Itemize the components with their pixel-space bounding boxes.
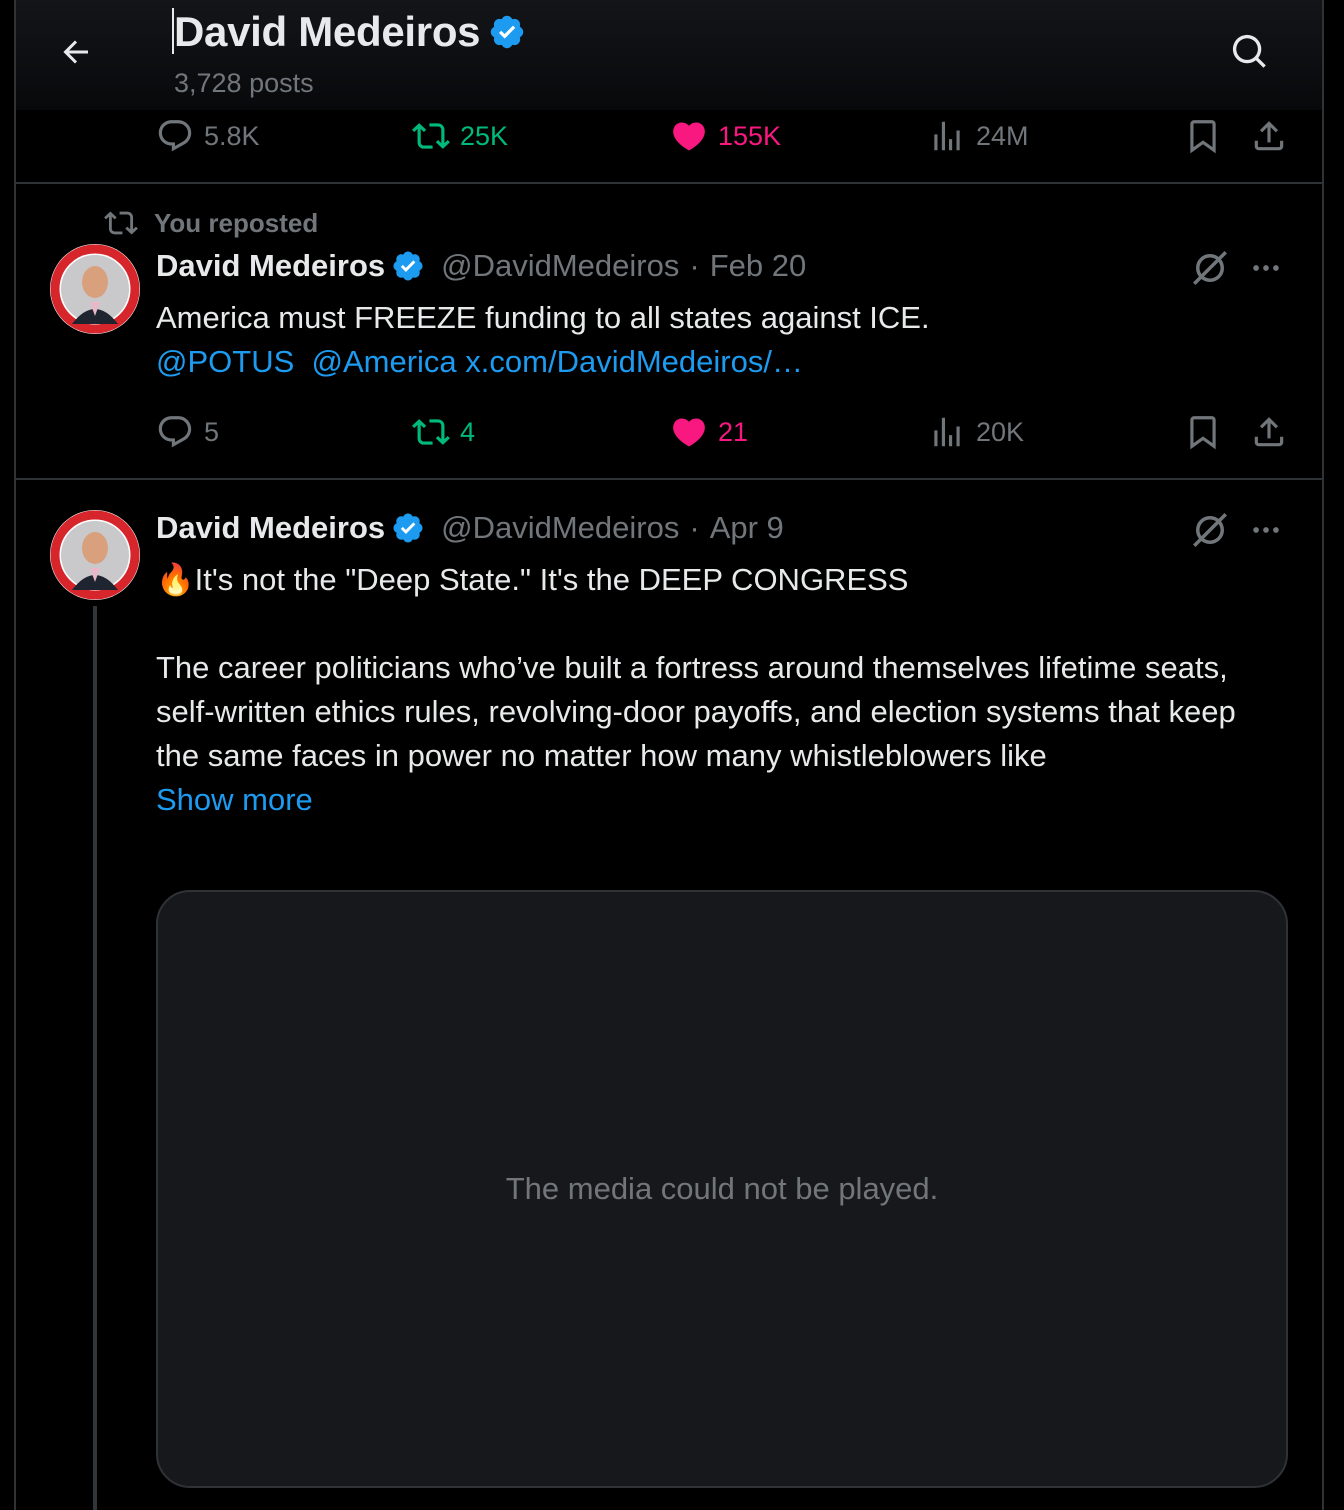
share-button[interactable] — [1250, 413, 1288, 451]
avatar-image — [50, 510, 140, 600]
tweet-links: @POTUS @America x.com/DavidMedeiros/… — [156, 340, 1276, 384]
thread-connector — [93, 606, 97, 1510]
grok-icon — [1193, 251, 1227, 285]
share-icon — [1254, 121, 1284, 151]
tweet-header: David Medeiros @DavidMedeiros · Apr 9 — [156, 510, 784, 546]
back-button[interactable] — [56, 30, 96, 74]
tweet-text: America must FREEZE funding to all state… — [156, 296, 1276, 384]
show-more-link[interactable]: Show more — [156, 778, 1276, 822]
search-button[interactable] — [1228, 30, 1272, 74]
action-bar: 5.8K 25K 155K 24M — [156, 116, 1286, 156]
repost-button[interactable]: 4 — [412, 413, 475, 451]
timeline-column: David Medeiros 3,728 posts 5.8K 25K 155K… — [14, 0, 1324, 1510]
tweet-body: The career politicians who’ve built a fo… — [156, 650, 1236, 773]
repost-icon — [412, 419, 450, 445]
tweet-text: 🔥It's not the "Deep State." It's the DEE… — [156, 558, 1276, 822]
more-horizontal-icon — [1253, 527, 1279, 533]
heart-filled-icon — [673, 122, 705, 151]
like-button[interactable]: 21 — [670, 413, 748, 451]
tweet-date[interactable]: Apr 9 — [710, 510, 784, 546]
search-icon — [1232, 34, 1266, 68]
mention-link[interactable]: @America — [312, 344, 457, 379]
arrow-left-icon — [63, 40, 88, 64]
analytics-icon — [934, 121, 960, 151]
separator: · — [689, 510, 700, 545]
reply-button[interactable]: 5.8K — [156, 117, 260, 155]
tweet-article[interactable]: David Medeiros @DavidMedeiros · Apr 9 🔥I… — [16, 480, 1322, 1510]
mention-link[interactable]: @POTUS — [156, 344, 294, 379]
repost-indicator: You reposted — [104, 206, 318, 240]
avatar[interactable] — [50, 244, 140, 334]
bookmark-button[interactable] — [1184, 117, 1222, 155]
grok-button[interactable] — [1188, 246, 1232, 290]
tweet-date[interactable]: Feb 20 — [710, 248, 807, 284]
bookmark-icon — [1190, 416, 1216, 450]
media-error-message: The media could not be played. — [505, 1171, 939, 1206]
tweet-header: David Medeiros @DavidMedeiros · Feb 20 — [156, 248, 806, 284]
verified-badge-icon — [393, 251, 423, 281]
tweet-headline: 🔥It's not the "Deep State." It's the DEE… — [156, 562, 909, 597]
verified-badge-icon — [491, 15, 524, 49]
share-icon — [1254, 417, 1284, 447]
author-handle[interactable]: @DavidMedeiros — [441, 510, 679, 546]
media-player[interactable]: The media could not be played. — [156, 890, 1288, 1488]
share-button[interactable] — [1250, 117, 1288, 155]
verified-badge-icon — [393, 513, 423, 543]
author-name[interactable]: David Medeiros — [156, 248, 385, 284]
separator: · — [689, 248, 700, 283]
repost-button[interactable]: 25K — [412, 117, 508, 155]
author-handle[interactable]: @DavidMedeiros — [441, 248, 679, 284]
heart-filled-icon — [673, 418, 705, 447]
profile-header: David Medeiros 3,728 posts — [16, 0, 1322, 110]
grok-button[interactable] — [1188, 508, 1232, 552]
more-options-button[interactable] — [1246, 248, 1286, 288]
views-button[interactable]: 20K — [928, 413, 1024, 451]
action-bar: 5 4 21 20K — [156, 412, 1286, 452]
reply-icon — [158, 120, 192, 152]
repost-icon — [104, 211, 138, 235]
reply-button[interactable]: 5 — [156, 413, 219, 451]
tweet-article[interactable]: You reposted David Medeiros @DavidMedeir… — [16, 184, 1322, 478]
tweet-text-line: America must FREEZE funding to all state… — [156, 300, 930, 335]
profile-name: David Medeiros — [174, 8, 481, 55]
fire-emoji-icon: 🔥 — [156, 562, 195, 597]
bookmark-button[interactable] — [1184, 413, 1222, 451]
avatar[interactable] — [50, 510, 140, 600]
more-horizontal-icon — [1253, 265, 1279, 271]
repost-icon — [412, 123, 450, 149]
page-title: David Medeiros — [174, 8, 526, 56]
post-count: 3,728 posts — [174, 68, 314, 98]
url-link[interactable]: x.com/DavidMedeiros/… — [465, 344, 803, 379]
views-button[interactable]: 24M — [928, 117, 1029, 155]
bookmark-icon — [1190, 120, 1216, 154]
like-button[interactable]: 155K — [670, 117, 781, 155]
author-name[interactable]: David Medeiros — [156, 510, 385, 546]
grok-icon — [1193, 513, 1227, 547]
analytics-icon — [934, 417, 960, 447]
avatar-image — [50, 244, 140, 334]
reply-icon — [158, 416, 192, 448]
more-options-button[interactable] — [1246, 510, 1286, 550]
